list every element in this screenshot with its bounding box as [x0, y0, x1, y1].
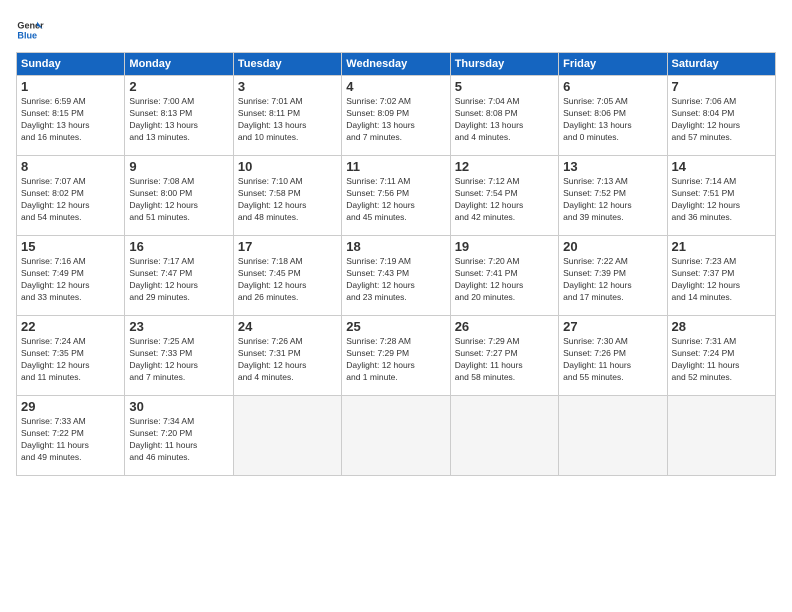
calendar-table: Sunday Monday Tuesday Wednesday Thursday…	[16, 52, 776, 476]
table-row: 1Sunrise: 6:59 AM Sunset: 8:15 PM Daylig…	[17, 76, 125, 156]
table-row: 29Sunrise: 7:33 AM Sunset: 7:22 PM Dayli…	[17, 396, 125, 476]
table-row	[559, 396, 667, 476]
calendar-week-3: 22Sunrise: 7:24 AM Sunset: 7:35 PM Dayli…	[17, 316, 776, 396]
table-row	[233, 396, 341, 476]
calendar-week-2: 15Sunrise: 7:16 AM Sunset: 7:49 PM Dayli…	[17, 236, 776, 316]
table-row	[450, 396, 558, 476]
table-row: 14Sunrise: 7:14 AM Sunset: 7:51 PM Dayli…	[667, 156, 775, 236]
logo-icon: General Blue	[16, 16, 44, 44]
col-friday: Friday	[559, 53, 667, 76]
table-row: 19Sunrise: 7:20 AM Sunset: 7:41 PM Dayli…	[450, 236, 558, 316]
table-row: 3Sunrise: 7:01 AM Sunset: 8:11 PM Daylig…	[233, 76, 341, 156]
col-thursday: Thursday	[450, 53, 558, 76]
table-row: 9Sunrise: 7:08 AM Sunset: 8:00 PM Daylig…	[125, 156, 233, 236]
header: General Blue	[16, 16, 776, 44]
table-row: 8Sunrise: 7:07 AM Sunset: 8:02 PM Daylig…	[17, 156, 125, 236]
table-row: 27Sunrise: 7:30 AM Sunset: 7:26 PM Dayli…	[559, 316, 667, 396]
table-row: 13Sunrise: 7:13 AM Sunset: 7:52 PM Dayli…	[559, 156, 667, 236]
table-row: 12Sunrise: 7:12 AM Sunset: 7:54 PM Dayli…	[450, 156, 558, 236]
page: General Blue Sunday Monday Tuesday Wedne…	[0, 0, 792, 612]
table-row: 18Sunrise: 7:19 AM Sunset: 7:43 PM Dayli…	[342, 236, 450, 316]
table-row: 6Sunrise: 7:05 AM Sunset: 8:06 PM Daylig…	[559, 76, 667, 156]
table-row: 20Sunrise: 7:22 AM Sunset: 7:39 PM Dayli…	[559, 236, 667, 316]
table-row: 23Sunrise: 7:25 AM Sunset: 7:33 PM Dayli…	[125, 316, 233, 396]
table-row: 15Sunrise: 7:16 AM Sunset: 7:49 PM Dayli…	[17, 236, 125, 316]
table-row: 11Sunrise: 7:11 AM Sunset: 7:56 PM Dayli…	[342, 156, 450, 236]
table-row: 7Sunrise: 7:06 AM Sunset: 8:04 PM Daylig…	[667, 76, 775, 156]
table-row: 25Sunrise: 7:28 AM Sunset: 7:29 PM Dayli…	[342, 316, 450, 396]
calendar-week-0: 1Sunrise: 6:59 AM Sunset: 8:15 PM Daylig…	[17, 76, 776, 156]
table-row: 22Sunrise: 7:24 AM Sunset: 7:35 PM Dayli…	[17, 316, 125, 396]
col-wednesday: Wednesday	[342, 53, 450, 76]
table-row: 26Sunrise: 7:29 AM Sunset: 7:27 PM Dayli…	[450, 316, 558, 396]
table-row: 2Sunrise: 7:00 AM Sunset: 8:13 PM Daylig…	[125, 76, 233, 156]
table-row: 4Sunrise: 7:02 AM Sunset: 8:09 PM Daylig…	[342, 76, 450, 156]
table-row: 5Sunrise: 7:04 AM Sunset: 8:08 PM Daylig…	[450, 76, 558, 156]
col-sunday: Sunday	[17, 53, 125, 76]
logo: General Blue	[16, 16, 44, 44]
col-tuesday: Tuesday	[233, 53, 341, 76]
calendar-week-1: 8Sunrise: 7:07 AM Sunset: 8:02 PM Daylig…	[17, 156, 776, 236]
table-row: 28Sunrise: 7:31 AM Sunset: 7:24 PM Dayli…	[667, 316, 775, 396]
table-row: 21Sunrise: 7:23 AM Sunset: 7:37 PM Dayli…	[667, 236, 775, 316]
calendar-week-4: 29Sunrise: 7:33 AM Sunset: 7:22 PM Dayli…	[17, 396, 776, 476]
table-row: 24Sunrise: 7:26 AM Sunset: 7:31 PM Dayli…	[233, 316, 341, 396]
table-row	[667, 396, 775, 476]
table-row	[342, 396, 450, 476]
table-row: 10Sunrise: 7:10 AM Sunset: 7:58 PM Dayli…	[233, 156, 341, 236]
svg-text:Blue: Blue	[17, 30, 37, 40]
table-row: 16Sunrise: 7:17 AM Sunset: 7:47 PM Dayli…	[125, 236, 233, 316]
col-monday: Monday	[125, 53, 233, 76]
table-row: 30Sunrise: 7:34 AM Sunset: 7:20 PM Dayli…	[125, 396, 233, 476]
calendar-header-row: Sunday Monday Tuesday Wednesday Thursday…	[17, 53, 776, 76]
table-row: 17Sunrise: 7:18 AM Sunset: 7:45 PM Dayli…	[233, 236, 341, 316]
col-saturday: Saturday	[667, 53, 775, 76]
